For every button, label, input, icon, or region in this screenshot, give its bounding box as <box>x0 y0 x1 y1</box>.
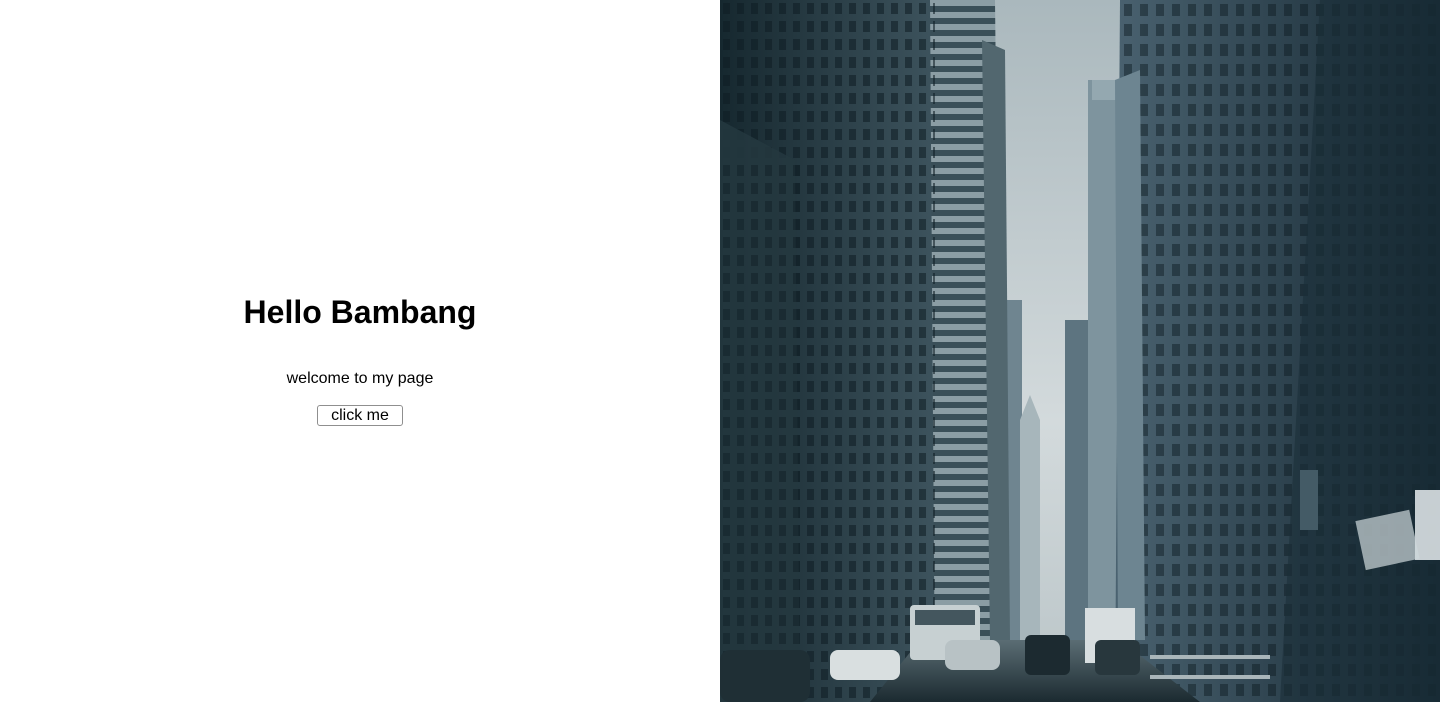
page-title: Hello Bambang <box>243 294 477 330</box>
city-street-photo <box>720 0 1440 702</box>
page: Hello Bambang welcome to my page click m… <box>0 0 1440 702</box>
city-street-image <box>720 0 1440 702</box>
content-panel: Hello Bambang welcome to my page click m… <box>0 0 720 702</box>
welcome-text: welcome to my page <box>286 370 434 387</box>
click-me-button[interactable]: click me <box>317 405 403 426</box>
